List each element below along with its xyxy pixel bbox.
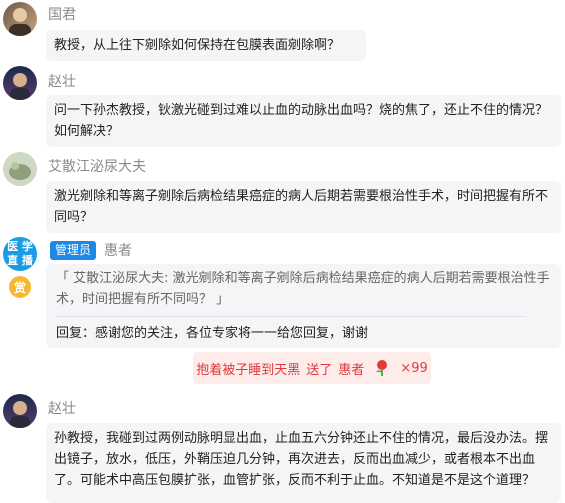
gift-receiver[interactable]: 惠者 (338, 359, 364, 378)
user-photo-icon (10, 73, 30, 100)
avatar[interactable] (3, 394, 37, 428)
user-photo-icon (9, 162, 31, 180)
user-photo-icon (9, 8, 31, 36)
avatar-text: 医 学 (7, 240, 33, 253)
admin-badge: 管理员 (50, 241, 97, 260)
gift-sender[interactable]: 抱着被子睡到天黑 (196, 359, 300, 378)
rose-icon (376, 360, 388, 376)
username[interactable]: 惠者 (104, 240, 132, 260)
avatar[interactable] (3, 152, 37, 186)
message-bubble: 激光剜除和等离子剜除后病检结果癌症的病人后期若需要根治性手术，时间把握有所不同吗… (46, 181, 561, 233)
message-bubble: 教授，从上往下剜除如何保持在包膜表面剜除啊？ (46, 30, 366, 61)
message-bubble: 孙教授，我碰到过两例动脉明显出血，止血五六分钟还止不住的情况，最后没办法。摆出镜… (46, 423, 561, 503)
avatar[interactable] (3, 66, 37, 100)
username[interactable]: 国君 (48, 4, 76, 24)
message-bubble: 问一下孙杰教授，钬激光碰到过难以止血的动脉出血吗？烧的焦了，还止不住的情况？如何… (46, 95, 561, 147)
gift-notice: 抱着被子睡到天黑 送了 惠者 ×99 (193, 352, 431, 384)
divider (56, 316, 526, 317)
reward-button[interactable]: 赏 (9, 276, 31, 298)
username[interactable]: 赵壮 (48, 71, 76, 91)
avatar-text: 直 播 (7, 254, 33, 267)
gift-action: 送了 (306, 362, 333, 378)
quoted-message: 「 艾散江泌尿大夫: 激光剜除和等离子剜除后病检结果癌症的病人后期若需要根治性手… (56, 271, 550, 307)
gift-count: ×99 (400, 360, 428, 376)
reward-label: 赏 (13, 280, 26, 295)
reply-bubble: 「 艾散江泌尿大夫: 激光剜除和等离子剜除后病检结果癌症的病人后期若需要根治性手… (46, 264, 561, 348)
user-photo-icon (10, 401, 30, 428)
reply-text: 回复：感谢您的关注，各位专家将一一给您回复，谢谢 (56, 326, 369, 341)
avatar[interactable] (3, 2, 37, 36)
username[interactable]: 艾散江泌尿大夫 (48, 156, 146, 176)
live-logo-avatar[interactable]: 医 学 直 播 (3, 237, 37, 271)
username[interactable]: 赵壮 (48, 398, 76, 418)
